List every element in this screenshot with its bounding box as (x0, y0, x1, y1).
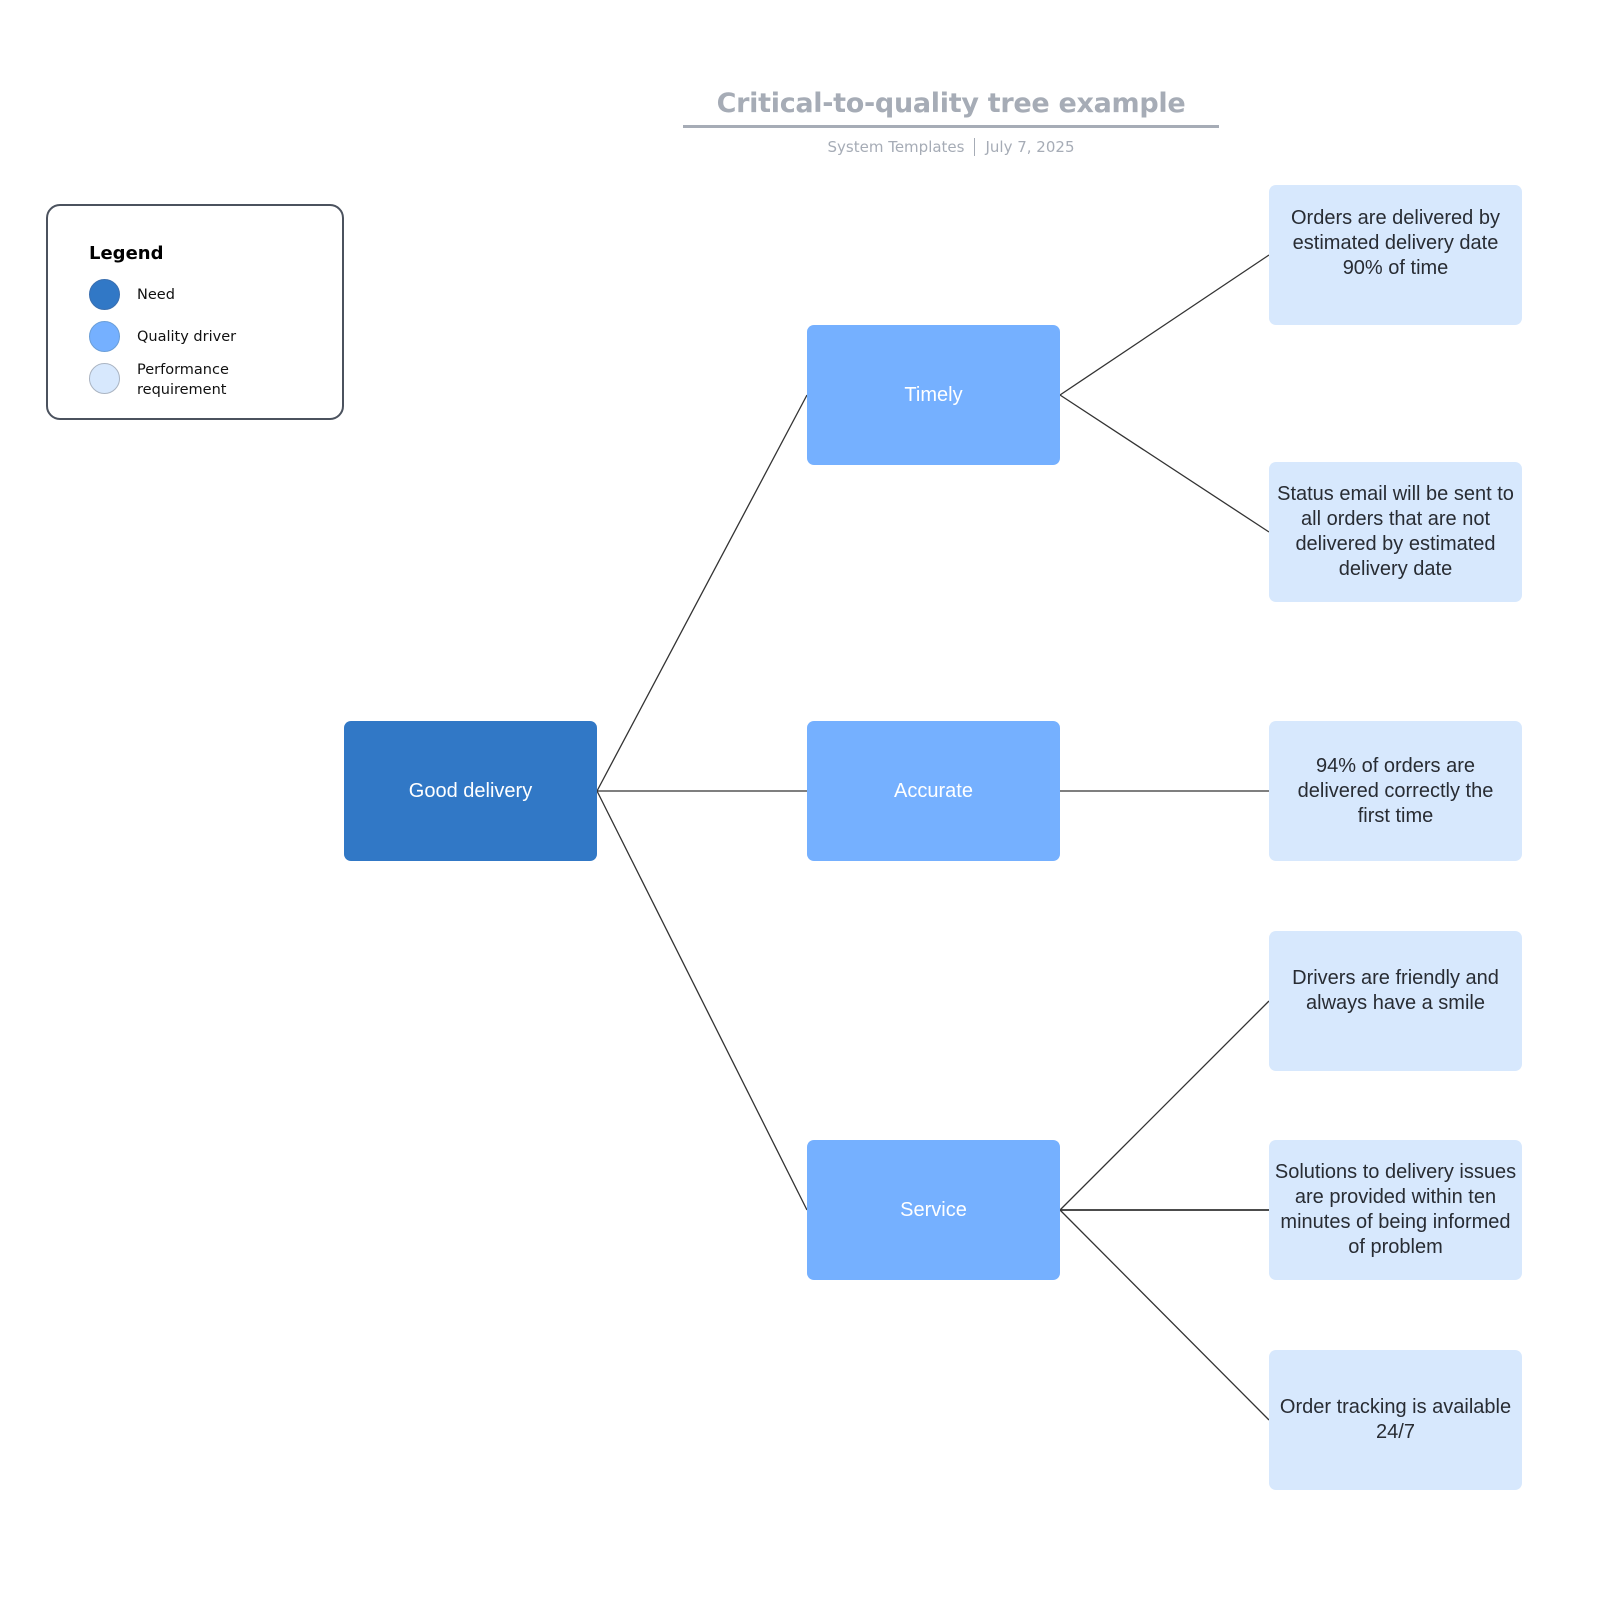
requirement-node-accurate-1[interactable]: 94% of orders are delivered correctly th… (1269, 721, 1522, 861)
need-node-good-delivery[interactable]: Good delivery (344, 721, 597, 861)
need-swatch-icon (89, 279, 120, 310)
node-label: Good delivery (408, 779, 533, 802)
legend-label: Need (137, 287, 175, 303)
node-label: Drivers are friendly and always have a s… (1292, 967, 1499, 1014)
node-label: Accurate (894, 779, 973, 802)
driver-node-timely[interactable]: Timely (807, 325, 1060, 465)
legend-label: Quality driver (137, 329, 237, 345)
node-label: Orders are delivered by estimated delive… (1291, 206, 1500, 279)
node-label: Order tracking is available 24/7 (1279, 1396, 1512, 1443)
requirement-node-timely-1[interactable]: Orders are delivered by estimated delive… (1269, 185, 1522, 325)
legend-panel: Legend Need Quality driver Performance r… (46, 204, 344, 420)
driver-node-accurate[interactable]: Accurate (807, 721, 1060, 861)
requirement-node-service-2[interactable]: Solutions to delivery issues are provide… (1269, 1140, 1522, 1280)
node-label: 94% of orders are delivered correctly th… (1297, 754, 1494, 827)
connector-need-timely (596, 394, 808, 792)
legend-title: Legend (89, 243, 164, 264)
connector-service-req-3 (1059, 1209, 1270, 1421)
requirement-node-timely-2[interactable]: Status email will be sent to all orders … (1269, 462, 1522, 602)
node-label: Solutions to delivery issues are provide… (1274, 1161, 1517, 1258)
node-label: Status email will be sent to all orders … (1277, 483, 1514, 580)
performance-requirement-swatch-icon (89, 363, 120, 394)
connector-service-req-1 (1059, 1000, 1270, 1211)
connector-need-service (596, 790, 808, 1211)
requirement-node-service-1[interactable]: Drivers are friendly and always have a s… (1269, 931, 1522, 1071)
node-label: Service (900, 1198, 967, 1221)
connector-timely-req-2 (1059, 394, 1270, 533)
legend-label: Performance requirement (137, 362, 229, 398)
node-label: Timely (904, 383, 963, 406)
connector-timely-req-1 (1059, 254, 1270, 396)
driver-node-service[interactable]: Service (807, 1140, 1060, 1280)
quality-driver-swatch-icon (89, 321, 120, 352)
requirement-node-service-3[interactable]: Order tracking is available 24/7 (1269, 1350, 1522, 1490)
